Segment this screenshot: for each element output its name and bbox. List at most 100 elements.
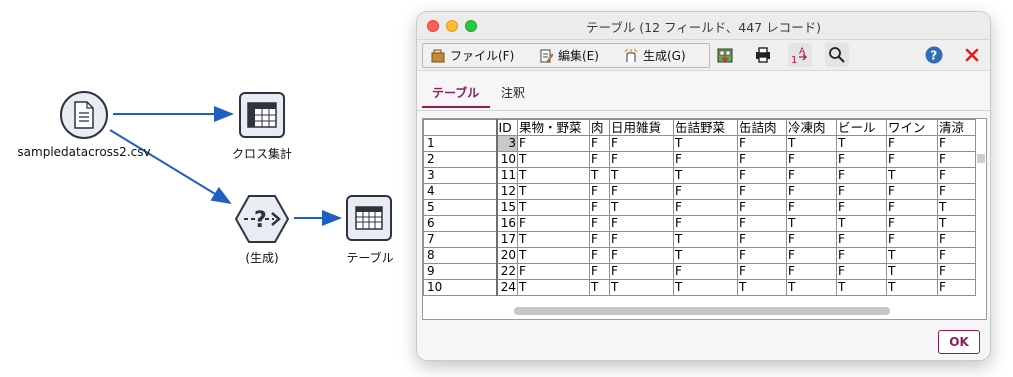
link-csv-to-gen[interactable] (109, 129, 232, 205)
table-cell[interactable]: F (609, 247, 674, 264)
table-row[interactable]: 4 12 T F F F F F F F F (423, 183, 976, 200)
data-table-viewport[interactable]: ID 果物・野菜肉日用雑貨 缶詰野菜 缶詰肉 冷凍肉 ビール ワイン 清涼 13FFFTFTT… (422, 118, 987, 320)
table-cell[interactable]: 16 (496, 215, 518, 232)
table-cell[interactable]: F (673, 199, 738, 216)
table-row[interactable]: 10 24 T T T T T T T T F (423, 279, 976, 296)
find-button[interactable] (825, 43, 849, 67)
table-cell[interactable]: T (786, 135, 837, 152)
table-cell[interactable]: 17 (496, 231, 518, 248)
table-cell[interactable]: F (786, 183, 837, 200)
table-cell[interactable]: F (937, 279, 976, 296)
table-cell[interactable]: T (589, 167, 610, 184)
table-cell[interactable]: F (737, 263, 787, 280)
table-cell[interactable]: F (886, 231, 938, 248)
table-cell[interactable]: F (836, 231, 887, 248)
table-cell[interactable]: F (836, 183, 887, 200)
table-cell[interactable]: F (937, 151, 976, 168)
row-number[interactable]: 8 (423, 247, 498, 264)
menu-file[interactable]: ファイル(F) (430, 46, 514, 65)
column-header[interactable]: 清涼 (937, 119, 976, 136)
window-titlebar[interactable]: テーブル (12 フィールド、447 レコード) (417, 12, 990, 40)
table-cell[interactable]: F (786, 199, 837, 216)
table-cell[interactable]: F (609, 231, 674, 248)
close-dialog-button[interactable] (960, 43, 984, 67)
table-row[interactable]: 2 10 T F F F F F F F F (423, 151, 976, 168)
table-cell[interactable]: 22 (496, 263, 518, 280)
table-cell[interactable]: T (673, 167, 738, 184)
table-cell[interactable]: F (737, 231, 787, 248)
table-cell[interactable]: F (609, 151, 674, 168)
table-cell[interactable]: F (589, 263, 610, 280)
table-cell[interactable]: T (517, 151, 590, 168)
table-cell[interactable]: T (609, 167, 674, 184)
table-cell[interactable]: T (737, 279, 787, 296)
row-number[interactable]: 9 (423, 263, 498, 280)
table-cell[interactable]: F (737, 247, 787, 264)
table-cell[interactable]: T (836, 135, 887, 152)
table-cell[interactable]: T (517, 199, 590, 216)
table-cell[interactable]: 12 (496, 183, 518, 200)
table-cell[interactable]: 20 (496, 247, 518, 264)
table-cell[interactable]: T (609, 199, 674, 216)
table-cell[interactable]: F (836, 199, 887, 216)
table-cell[interactable]: F (673, 215, 738, 232)
table-cell[interactable]: F (589, 215, 610, 232)
table-cell[interactable]: F (786, 151, 837, 168)
csv-source-node[interactable] (60, 91, 108, 139)
table-cell[interactable]: F (589, 247, 610, 264)
table-cell[interactable]: F (937, 167, 976, 184)
table-cell[interactable]: T (786, 215, 837, 232)
table-cell[interactable]: F (589, 183, 610, 200)
table-cell[interactable]: F (517, 215, 590, 232)
table-row[interactable]: 5 15 T F T F F F F F T (423, 199, 976, 216)
table-cell[interactable]: F (673, 263, 738, 280)
column-header[interactable]: 冷凍肉 (786, 119, 837, 136)
table-cell[interactable]: T (886, 247, 938, 264)
table-row[interactable]: 6 16 F F F F F T T F T (423, 215, 976, 232)
table-cell[interactable]: F (737, 135, 787, 152)
download-button[interactable] (713, 43, 737, 67)
tab-table[interactable]: テーブル (432, 84, 479, 101)
table-node[interactable] (346, 195, 392, 241)
table-cell[interactable]: F (517, 263, 590, 280)
row-number[interactable]: 5 (423, 199, 498, 216)
table-cell[interactable]: F (937, 263, 976, 280)
table-cell[interactable]: F (886, 199, 938, 216)
table-cell[interactable]: F (836, 263, 887, 280)
table-cell[interactable]: F (737, 167, 787, 184)
table-cell[interactable]: F (886, 215, 938, 232)
column-header[interactable]: ID (496, 119, 518, 136)
table-cell[interactable]: F (786, 167, 837, 184)
tab-notes[interactable]: 注釈 (501, 84, 525, 101)
print-button[interactable] (751, 43, 775, 67)
row-number[interactable]: 4 (423, 183, 498, 200)
table-cell[interactable]: F (836, 151, 887, 168)
row-number[interactable]: 2 (423, 151, 498, 168)
table-cell[interactable]: F (589, 151, 610, 168)
table-cell[interactable]: F (836, 247, 887, 264)
table-cell[interactable]: T (673, 279, 738, 296)
vertical-scrollbar-thumb[interactable] (977, 154, 985, 163)
table-cell[interactable]: F (737, 183, 787, 200)
table-cell[interactable]: T (673, 247, 738, 264)
table-cell[interactable]: T (673, 231, 738, 248)
table-cell[interactable]: F (886, 183, 938, 200)
table-cell[interactable]: F (937, 135, 976, 152)
table-cell[interactable]: F (937, 183, 976, 200)
ok-button[interactable]: OK (938, 330, 980, 354)
table-cell[interactable]: T (517, 183, 590, 200)
table-cell[interactable]: F (609, 183, 674, 200)
row-number[interactable]: 6 (423, 215, 498, 232)
table-cell[interactable]: 10 (496, 151, 518, 168)
table-cell[interactable]: 11 (496, 167, 518, 184)
horizontal-scrollbar[interactable] (514, 307, 890, 315)
column-header[interactable]: 日用雑貨 (609, 119, 674, 136)
table-cell[interactable]: T (609, 279, 674, 296)
help-button[interactable]: ? (922, 43, 946, 67)
table-cell[interactable]: T (589, 279, 610, 296)
table-cell[interactable]: T (517, 167, 590, 184)
table-row[interactable]: 3 11 T T T T F F F T F (423, 167, 976, 184)
table-cell[interactable]: T (836, 215, 887, 232)
table-cell[interactable]: T (886, 279, 938, 296)
table-cell[interactable]: 15 (496, 199, 518, 216)
